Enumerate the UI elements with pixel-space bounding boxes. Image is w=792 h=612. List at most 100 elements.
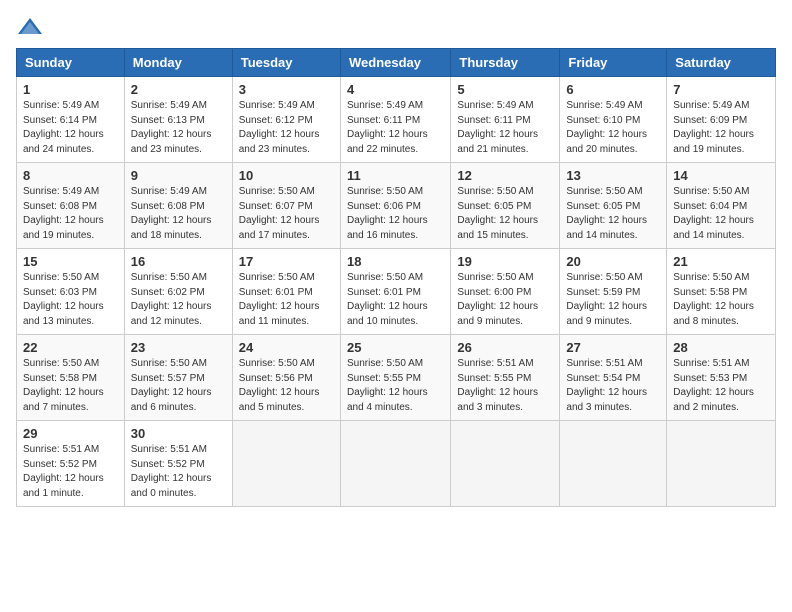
header-friday: Friday bbox=[560, 49, 667, 77]
table-row: 1 Sunrise: 5:49 AMSunset: 6:14 PMDayligh… bbox=[17, 77, 125, 163]
table-row: 21 Sunrise: 5:50 AMSunset: 5:58 PMDaylig… bbox=[667, 249, 776, 335]
day-number: 12 bbox=[457, 168, 553, 183]
table-row: 16 Sunrise: 5:50 AMSunset: 6:02 PMDaylig… bbox=[124, 249, 232, 335]
day-number: 11 bbox=[347, 168, 444, 183]
day-info: Sunrise: 5:49 AMSunset: 6:10 PMDaylight:… bbox=[566, 99, 660, 157]
day-number: 23 bbox=[131, 340, 226, 355]
day-info: Sunrise: 5:50 AMSunset: 6:04 PMDaylight:… bbox=[673, 185, 769, 243]
calendar-header-row: SundayMondayTuesdayWednesdayThursdayFrid… bbox=[17, 49, 776, 77]
day-info: Sunrise: 5:50 AMSunset: 6:03 PMDaylight:… bbox=[23, 271, 118, 329]
day-info: Sunrise: 5:49 AMSunset: 6:14 PMDaylight:… bbox=[23, 99, 118, 157]
table-row: 19 Sunrise: 5:50 AMSunset: 6:00 PMDaylig… bbox=[451, 249, 560, 335]
table-row: 15 Sunrise: 5:50 AMSunset: 6:03 PMDaylig… bbox=[17, 249, 125, 335]
table-row: 12 Sunrise: 5:50 AMSunset: 6:05 PMDaylig… bbox=[451, 163, 560, 249]
day-number: 9 bbox=[131, 168, 226, 183]
day-number: 19 bbox=[457, 254, 553, 269]
day-info: Sunrise: 5:50 AMSunset: 6:05 PMDaylight:… bbox=[457, 185, 553, 243]
day-number: 30 bbox=[131, 426, 226, 441]
day-info: Sunrise: 5:51 AMSunset: 5:52 PMDaylight:… bbox=[131, 443, 226, 501]
day-number: 5 bbox=[457, 82, 553, 97]
day-info: Sunrise: 5:51 AMSunset: 5:52 PMDaylight:… bbox=[23, 443, 118, 501]
day-info: Sunrise: 5:50 AMSunset: 5:58 PMDaylight:… bbox=[673, 271, 769, 329]
table-row: 27 Sunrise: 5:51 AMSunset: 5:54 PMDaylig… bbox=[560, 335, 667, 421]
table-row: 8 Sunrise: 5:49 AMSunset: 6:08 PMDayligh… bbox=[17, 163, 125, 249]
day-number: 20 bbox=[566, 254, 660, 269]
day-number: 17 bbox=[239, 254, 334, 269]
day-number: 13 bbox=[566, 168, 660, 183]
table-row: 18 Sunrise: 5:50 AMSunset: 6:01 PMDaylig… bbox=[340, 249, 450, 335]
day-number: 2 bbox=[131, 82, 226, 97]
header-tuesday: Tuesday bbox=[232, 49, 340, 77]
day-number: 6 bbox=[566, 82, 660, 97]
table-row: 2 Sunrise: 5:49 AMSunset: 6:13 PMDayligh… bbox=[124, 77, 232, 163]
day-info: Sunrise: 5:49 AMSunset: 6:12 PMDaylight:… bbox=[239, 99, 334, 157]
day-number: 26 bbox=[457, 340, 553, 355]
table-row: 17 Sunrise: 5:50 AMSunset: 6:01 PMDaylig… bbox=[232, 249, 340, 335]
day-info: Sunrise: 5:50 AMSunset: 5:58 PMDaylight:… bbox=[23, 357, 118, 415]
table-row bbox=[560, 421, 667, 507]
table-row: 4 Sunrise: 5:49 AMSunset: 6:11 PMDayligh… bbox=[340, 77, 450, 163]
day-info: Sunrise: 5:49 AMSunset: 6:08 PMDaylight:… bbox=[23, 185, 118, 243]
day-number: 15 bbox=[23, 254, 118, 269]
header-monday: Monday bbox=[124, 49, 232, 77]
table-row: 9 Sunrise: 5:49 AMSunset: 6:08 PMDayligh… bbox=[124, 163, 232, 249]
day-number: 3 bbox=[239, 82, 334, 97]
day-number: 18 bbox=[347, 254, 444, 269]
page-header bbox=[16, 16, 776, 38]
day-info: Sunrise: 5:50 AMSunset: 6:02 PMDaylight:… bbox=[131, 271, 226, 329]
calendar-table: SundayMondayTuesdayWednesdayThursdayFrid… bbox=[16, 48, 776, 507]
day-info: Sunrise: 5:49 AMSunset: 6:13 PMDaylight:… bbox=[131, 99, 226, 157]
table-row: 29 Sunrise: 5:51 AMSunset: 5:52 PMDaylig… bbox=[17, 421, 125, 507]
day-info: Sunrise: 5:50 AMSunset: 5:59 PMDaylight:… bbox=[566, 271, 660, 329]
table-row: 26 Sunrise: 5:51 AMSunset: 5:55 PMDaylig… bbox=[451, 335, 560, 421]
day-number: 22 bbox=[23, 340, 118, 355]
header-thursday: Thursday bbox=[451, 49, 560, 77]
table-row bbox=[232, 421, 340, 507]
table-row: 22 Sunrise: 5:50 AMSunset: 5:58 PMDaylig… bbox=[17, 335, 125, 421]
table-row bbox=[340, 421, 450, 507]
day-info: Sunrise: 5:51 AMSunset: 5:53 PMDaylight:… bbox=[673, 357, 769, 415]
table-row: 13 Sunrise: 5:50 AMSunset: 6:05 PMDaylig… bbox=[560, 163, 667, 249]
day-info: Sunrise: 5:50 AMSunset: 6:00 PMDaylight:… bbox=[457, 271, 553, 329]
day-info: Sunrise: 5:50 AMSunset: 5:56 PMDaylight:… bbox=[239, 357, 334, 415]
day-number: 7 bbox=[673, 82, 769, 97]
table-row: 28 Sunrise: 5:51 AMSunset: 5:53 PMDaylig… bbox=[667, 335, 776, 421]
day-number: 25 bbox=[347, 340, 444, 355]
day-info: Sunrise: 5:49 AMSunset: 6:08 PMDaylight:… bbox=[131, 185, 226, 243]
table-row: 30 Sunrise: 5:51 AMSunset: 5:52 PMDaylig… bbox=[124, 421, 232, 507]
day-number: 16 bbox=[131, 254, 226, 269]
day-info: Sunrise: 5:50 AMSunset: 5:57 PMDaylight:… bbox=[131, 357, 226, 415]
day-info: Sunrise: 5:50 AMSunset: 6:06 PMDaylight:… bbox=[347, 185, 444, 243]
day-info: Sunrise: 5:51 AMSunset: 5:54 PMDaylight:… bbox=[566, 357, 660, 415]
day-info: Sunrise: 5:50 AMSunset: 5:55 PMDaylight:… bbox=[347, 357, 444, 415]
day-number: 27 bbox=[566, 340, 660, 355]
day-number: 8 bbox=[23, 168, 118, 183]
table-row: 6 Sunrise: 5:49 AMSunset: 6:10 PMDayligh… bbox=[560, 77, 667, 163]
table-row bbox=[451, 421, 560, 507]
table-row: 20 Sunrise: 5:50 AMSunset: 5:59 PMDaylig… bbox=[560, 249, 667, 335]
day-info: Sunrise: 5:50 AMSunset: 6:05 PMDaylight:… bbox=[566, 185, 660, 243]
day-info: Sunrise: 5:50 AMSunset: 6:01 PMDaylight:… bbox=[347, 271, 444, 329]
table-row: 5 Sunrise: 5:49 AMSunset: 6:11 PMDayligh… bbox=[451, 77, 560, 163]
table-row: 11 Sunrise: 5:50 AMSunset: 6:06 PMDaylig… bbox=[340, 163, 450, 249]
table-row: 10 Sunrise: 5:50 AMSunset: 6:07 PMDaylig… bbox=[232, 163, 340, 249]
day-number: 1 bbox=[23, 82, 118, 97]
day-info: Sunrise: 5:49 AMSunset: 6:11 PMDaylight:… bbox=[347, 99, 444, 157]
day-number: 10 bbox=[239, 168, 334, 183]
header-sunday: Sunday bbox=[17, 49, 125, 77]
day-number: 28 bbox=[673, 340, 769, 355]
header-saturday: Saturday bbox=[667, 49, 776, 77]
day-info: Sunrise: 5:49 AMSunset: 6:09 PMDaylight:… bbox=[673, 99, 769, 157]
table-row: 25 Sunrise: 5:50 AMSunset: 5:55 PMDaylig… bbox=[340, 335, 450, 421]
day-number: 24 bbox=[239, 340, 334, 355]
table-row: 7 Sunrise: 5:49 AMSunset: 6:09 PMDayligh… bbox=[667, 77, 776, 163]
table-row: 3 Sunrise: 5:49 AMSunset: 6:12 PMDayligh… bbox=[232, 77, 340, 163]
day-number: 21 bbox=[673, 254, 769, 269]
day-number: 14 bbox=[673, 168, 769, 183]
logo bbox=[16, 16, 46, 38]
day-number: 29 bbox=[23, 426, 118, 441]
table-row: 24 Sunrise: 5:50 AMSunset: 5:56 PMDaylig… bbox=[232, 335, 340, 421]
header-wednesday: Wednesday bbox=[340, 49, 450, 77]
table-row bbox=[667, 421, 776, 507]
table-row: 14 Sunrise: 5:50 AMSunset: 6:04 PMDaylig… bbox=[667, 163, 776, 249]
